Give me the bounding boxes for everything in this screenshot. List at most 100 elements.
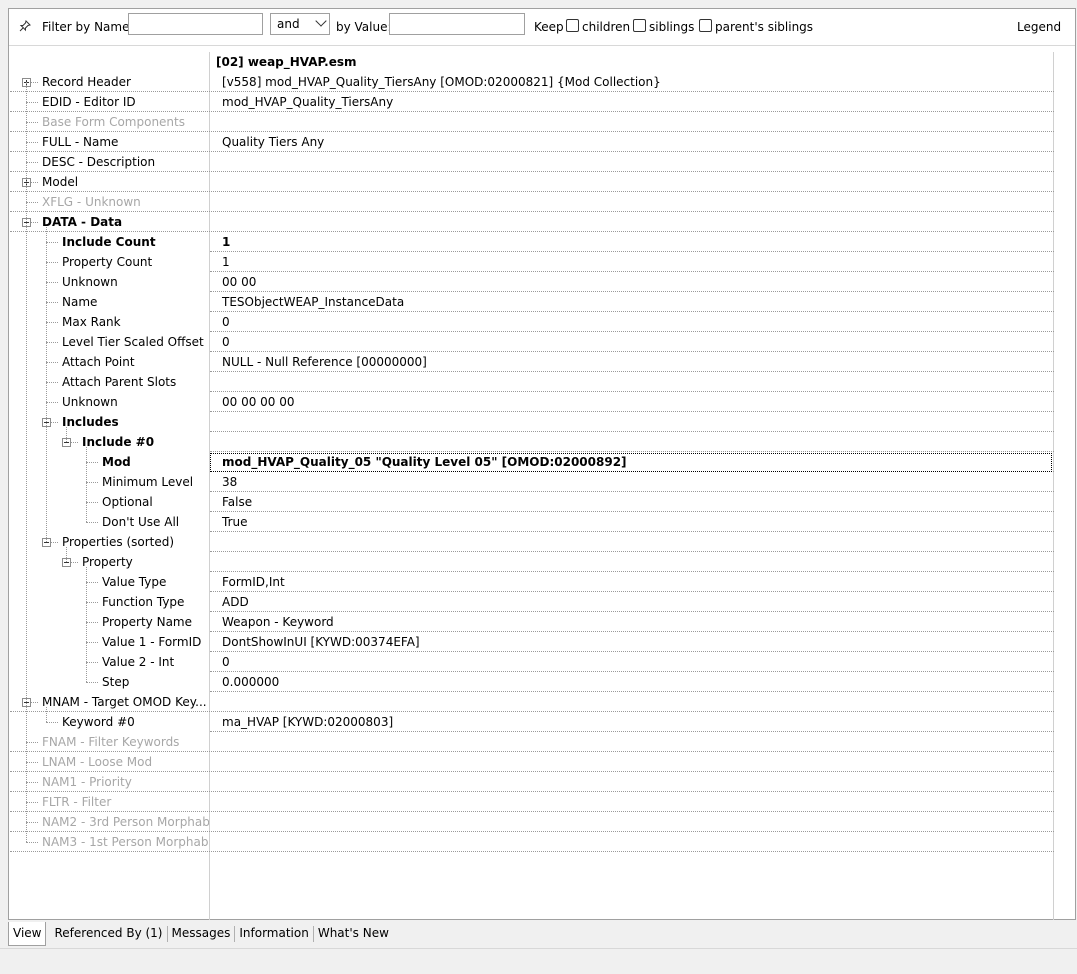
tree-row[interactable]: NAM3 - 1st Person Morphab...: [10, 832, 1054, 852]
row-name-cell[interactable]: NAM3 - 1st Person Morphab...: [10, 832, 209, 852]
row-value[interactable]: 1: [222, 235, 230, 249]
row-name-cell[interactable]: DESC - Description: [10, 152, 209, 172]
tree-row[interactable]: Function Type ADD: [10, 592, 1054, 612]
tab-whats-new[interactable]: What's New: [314, 922, 393, 944]
row-name-cell[interactable]: Level Tier Scaled Offset: [10, 332, 209, 352]
row-name-cell[interactable]: Unknown: [10, 272, 209, 292]
row-value[interactable]: 0: [222, 655, 230, 669]
row-value[interactable]: True: [222, 515, 248, 529]
tree-row[interactable]: Include Count 1: [10, 232, 1054, 252]
tree-row[interactable]: Include #0: [10, 432, 1054, 452]
row-name-cell[interactable]: Mod: [10, 452, 209, 472]
row-value[interactable]: 38: [222, 475, 237, 489]
row-value[interactable]: DontShowInUI [KYWD:00374EFA]: [222, 635, 420, 649]
row-name-cell[interactable]: Includes: [10, 412, 209, 432]
row-name-cell[interactable]: NAM2 - 3rd Person Morphab...: [10, 812, 209, 832]
tab-messages[interactable]: Messages: [168, 922, 235, 944]
row-value[interactable]: mod_HVAP_Quality_TiersAny: [222, 95, 393, 109]
parents-siblings-checkbox[interactable]: [699, 19, 712, 32]
row-name-cell[interactable]: EDID - Editor ID: [10, 92, 209, 112]
tab-referenced-by[interactable]: Referenced By (1): [46, 922, 166, 944]
row-value[interactable]: NULL - Null Reference [00000000]: [222, 355, 427, 369]
row-value[interactable]: Quality Tiers Any: [222, 135, 324, 149]
tree-row[interactable]: Keyword #0 ma_HVAP [KYWD:02000803]: [10, 712, 1054, 732]
tree-row[interactable]: Value Type FormID,Int: [10, 572, 1054, 592]
row-name-cell[interactable]: Value 2 - Int: [10, 652, 209, 672]
row-name-cell[interactable]: Property: [10, 552, 209, 572]
tree-row[interactable]: Model: [10, 172, 1054, 192]
row-value[interactable]: ma_HVAP [KYWD:02000803]: [222, 715, 393, 729]
row-value[interactable]: False: [222, 495, 252, 509]
pin-icon[interactable]: [19, 20, 31, 32]
row-name-cell[interactable]: XFLG - Unknown: [10, 192, 209, 212]
tree-row[interactable]: Step 0.000000: [10, 672, 1054, 692]
row-name-cell[interactable]: Model: [10, 172, 209, 192]
tree-row[interactable]: Don't Use All True: [10, 512, 1054, 532]
tree-row[interactable]: Record Header [v558] mod_HVAP_Quality_Tie…: [10, 72, 1054, 92]
tree-row[interactable]: DATA - Data: [10, 212, 1054, 232]
tree-row[interactable]: Optional False: [10, 492, 1054, 512]
row-value[interactable]: 0: [222, 315, 230, 329]
row-name-cell[interactable]: Attach Parent Slots: [10, 372, 209, 392]
tree-row[interactable]: MNAM - Target OMOD Key...: [10, 692, 1054, 712]
row-name-cell[interactable]: DATA - Data: [10, 212, 209, 232]
column-header[interactable]: [02] weap_HVAP.esm: [216, 55, 357, 69]
row-name-cell[interactable]: Function Type: [10, 592, 209, 612]
row-name-cell[interactable]: Name: [10, 292, 209, 312]
row-name-cell[interactable]: Base Form Components: [10, 112, 209, 132]
row-value[interactable]: Weapon - Keyword: [222, 615, 334, 629]
row-value[interactable]: ADD: [222, 595, 249, 609]
tree-row[interactable]: Minimum Level 38: [10, 472, 1054, 492]
tree-row[interactable]: Attach Point NULL - Null Reference [00000…: [10, 352, 1054, 372]
row-name-cell[interactable]: FLTR - Filter: [10, 792, 209, 812]
row-name-cell[interactable]: Include #0: [10, 432, 209, 452]
filter-name-input[interactable]: [128, 13, 263, 35]
row-value[interactable]: FormID,Int: [222, 575, 285, 589]
tree-row[interactable]: FNAM - Filter Keywords: [10, 732, 1054, 752]
tree-row[interactable]: Value 2 - Int 0: [10, 652, 1054, 672]
tab-information[interactable]: Information: [235, 922, 312, 944]
row-name-cell[interactable]: Properties (sorted): [10, 532, 209, 552]
row-value[interactable]: 0.000000: [222, 675, 279, 689]
row-name-cell[interactable]: Step: [10, 672, 209, 692]
tree-row[interactable]: Level Tier Scaled Offset 0: [10, 332, 1054, 352]
row-value[interactable]: 1: [222, 255, 230, 269]
row-name-cell[interactable]: Value Type: [10, 572, 209, 592]
row-value[interactable]: 0: [222, 335, 230, 349]
tree-row[interactable]: EDID - Editor ID mod_HVAP_Quality_TiersAn…: [10, 92, 1054, 112]
tree-row[interactable]: FLTR - Filter: [10, 792, 1054, 812]
tree-row[interactable]: NAM1 - Priority: [10, 772, 1054, 792]
filter-operator-select[interactable]: and: [270, 13, 330, 35]
row-name-cell[interactable]: Don't Use All: [10, 512, 209, 532]
tree-row[interactable]: Properties (sorted): [10, 532, 1054, 552]
row-name-cell[interactable]: Minimum Level: [10, 472, 209, 492]
tree-row[interactable]: Property Count 1: [10, 252, 1054, 272]
tree-row[interactable]: Unknown 00 00 00 00: [10, 392, 1054, 412]
row-value[interactable]: [v558] mod_HVAP_Quality_TiersAny [OMOD:0…: [222, 75, 661, 89]
tree-row[interactable]: Unknown 00 00: [10, 272, 1054, 292]
tree-row[interactable]: Property: [10, 552, 1054, 572]
tree-row[interactable]: Max Rank 0: [10, 312, 1054, 332]
row-value[interactable]: 00 00 00 00: [222, 395, 295, 409]
tree-row[interactable]: Property Name Weapon - Keyword: [10, 612, 1054, 632]
row-name-cell[interactable]: MNAM - Target OMOD Key...: [10, 692, 209, 712]
row-name-cell[interactable]: Optional: [10, 492, 209, 512]
row-value[interactable]: TESObjectWEAP_InstanceData: [222, 295, 404, 309]
tree-row[interactable]: Value 1 - FormID DontShowInUI [KYWD:00374…: [10, 632, 1054, 652]
row-name-cell[interactable]: Property Name: [10, 612, 209, 632]
tree-row[interactable]: LNAM - Loose Mod: [10, 752, 1054, 772]
row-name-cell[interactable]: Record Header: [10, 72, 209, 92]
row-name-cell[interactable]: Value 1 - FormID: [10, 632, 209, 652]
row-name-cell[interactable]: Keyword #0: [10, 712, 209, 732]
tab-view[interactable]: View: [8, 922, 47, 946]
filter-value-input[interactable]: [389, 13, 525, 35]
row-name-cell[interactable]: Max Rank: [10, 312, 209, 332]
tree-row[interactable]: Attach Parent Slots: [10, 372, 1054, 392]
tree-row[interactable]: DESC - Description: [10, 152, 1054, 172]
legend-button[interactable]: Legend: [1017, 20, 1061, 34]
tree-row[interactable]: Includes: [10, 412, 1054, 432]
row-name-cell[interactable]: Unknown: [10, 392, 209, 412]
siblings-checkbox[interactable]: [633, 19, 646, 32]
row-name-cell[interactable]: NAM1 - Priority: [10, 772, 209, 792]
row-name-cell[interactable]: Include Count: [10, 232, 209, 252]
